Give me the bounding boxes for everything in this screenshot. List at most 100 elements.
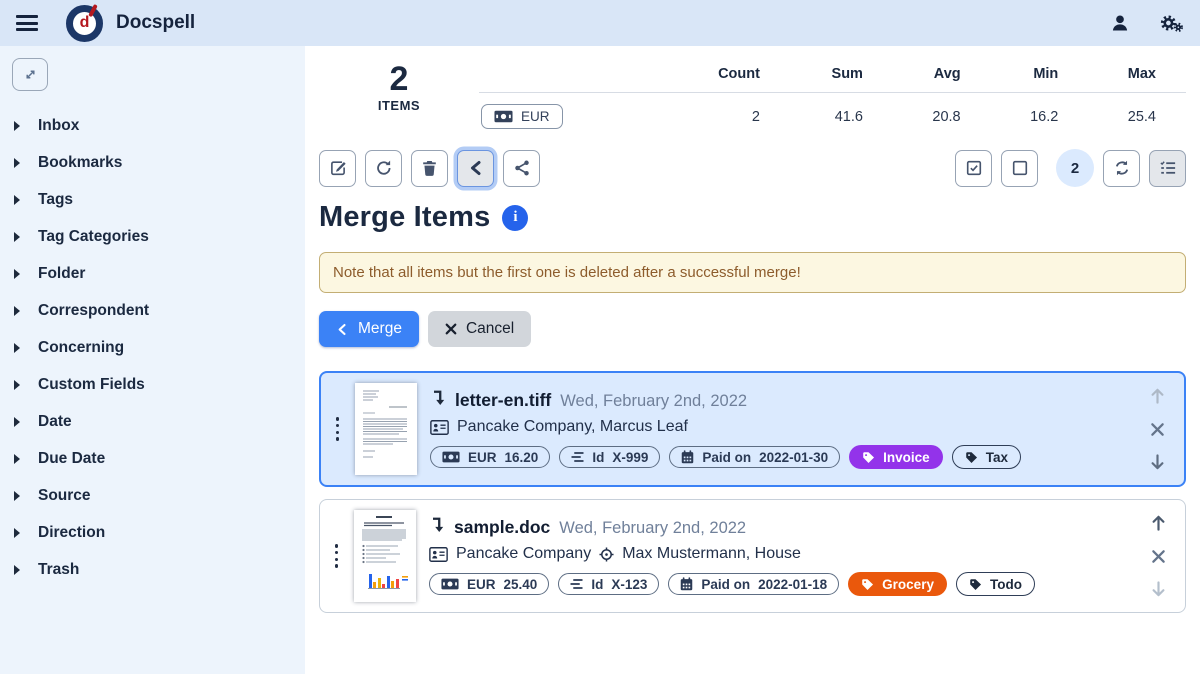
reprocess-button[interactable] [365,150,402,187]
stats-summary: 2 ITEMS Count Sum Avg Min Max [319,60,1186,129]
chevron-left-icon [468,160,484,176]
gear-icon[interactable] [1158,12,1184,34]
tag-badge[interactable]: Grocery [848,572,947,596]
close-icon [1150,422,1165,437]
sidebar-item-bookmarks[interactable]: Bookmarks [0,144,305,181]
user-icon[interactable] [1110,13,1130,33]
close-icon [445,323,457,335]
paid-on-badge: Paid on 2022-01-18 [668,573,839,595]
sidebar-item-inbox[interactable]: Inbox [0,107,305,144]
sidebar-item-correspondent[interactable]: Correspondent [0,292,305,329]
move-down-button[interactable] [1149,453,1166,472]
tag-badge[interactable]: Tax [952,445,1021,469]
remove-item-button[interactable] [1150,422,1165,437]
collapse-sidebar-button[interactable] [12,58,48,91]
confirm-merge-button[interactable]: Merge [319,311,419,347]
merge-actions: Merge Cancel [319,311,1186,347]
tag-icon [862,451,875,464]
tag-icon [965,451,978,464]
refresh-button[interactable] [1103,150,1140,187]
navbar: d Docspell [0,0,1200,46]
sidebar-item-source[interactable]: Source [0,477,305,514]
merge-item-card[interactable]: sample.doc Wed, February 2nd, 2022 Panca… [319,499,1186,613]
item-name[interactable]: sample.doc [454,517,550,538]
menu-icon[interactable] [16,15,38,31]
stats-value-min: 16.2 [991,93,1089,130]
sidebar-item-concerning[interactable]: Concerning [0,329,305,366]
docspell-logo[interactable]: d [66,5,103,42]
merge-item-card[interactable]: letter-en.tiff Wed, February 2nd, 2022 P… [319,371,1186,487]
redo-icon [375,159,393,177]
arrow-down-icon [1150,580,1167,599]
check-square-icon [965,159,983,177]
selected-count-badge: 2 [1056,149,1094,187]
item-correspondent: Pancake Company, Marcus Leaf [457,418,688,436]
item-name[interactable]: letter-en.tiff [455,390,551,411]
arrow-up-icon [1149,386,1166,405]
list-settings-icon [1159,160,1177,176]
caret-right-icon [14,380,20,390]
delete-button[interactable] [411,150,448,187]
page-title-row: Merge Items i [319,201,1186,234]
stats-value-sum: 41.6 [790,93,893,130]
tag-icon [861,578,874,591]
chevron-left-icon [336,323,349,336]
amount-badge: EUR 25.40 [429,573,549,595]
remove-item-button[interactable] [1151,549,1166,564]
item-count-block: 2 ITEMS [319,60,479,113]
stats-value-max: 25.4 [1088,93,1186,130]
select-all-button[interactable] [955,150,992,187]
stream-icon [570,578,583,590]
stats-value-count: 2 [669,93,790,130]
share-icon [513,159,531,177]
drag-handle-icon[interactable] [332,510,341,602]
deselect-all-button[interactable] [1001,150,1038,187]
item-concerning: Max Mustermann, House [622,545,801,563]
amount-badge: EUR 16.20 [430,446,550,468]
currency-column-header [479,62,669,93]
caret-right-icon [14,232,20,242]
sidebar-item-trash[interactable]: Trash [0,551,305,588]
caret-right-icon [14,269,20,279]
caret-right-icon [14,491,20,501]
sidebar-item-folder[interactable]: Folder [0,255,305,292]
sidebar-item-custom-fields[interactable]: Custom Fields [0,366,305,403]
square-icon [1011,159,1029,177]
stats-header-max: Max [1088,62,1186,93]
caret-right-icon [14,158,20,168]
sidebar-item-tag-categories[interactable]: Tag Categories [0,218,305,255]
info-icon[interactable]: i [502,205,528,231]
move-up-button[interactable] [1150,513,1167,532]
paid-on-badge: Paid on 2022-01-30 [669,446,840,468]
document-thumbnail [355,383,417,475]
cancel-button[interactable]: Cancel [428,311,531,347]
caret-right-icon [14,306,20,316]
share-button[interactable] [503,150,540,187]
main-content: 2 ITEMS Count Sum Avg Min Max [305,46,1200,674]
merge-button[interactable] [457,150,494,187]
edit-button[interactable] [319,150,356,187]
caret-right-icon [14,121,20,131]
drag-handle-icon[interactable] [333,383,342,475]
move-down-button[interactable] [1150,580,1167,599]
move-up-button[interactable] [1149,386,1166,405]
item-count-label: ITEMS [319,98,479,113]
sidebar-item-date[interactable]: Date [0,403,305,440]
id-badge: Id X-999 [559,446,660,468]
sync-icon [1113,159,1131,177]
view-menu-button[interactable] [1149,150,1186,187]
stats-header-min: Min [991,62,1089,93]
address-card-icon [430,420,449,435]
tag-badge[interactable]: Todo [956,572,1035,596]
money-bill-icon [441,578,459,590]
caret-right-icon [14,417,20,427]
tag-badge[interactable]: Invoice [849,445,943,469]
item-date: Wed, February 2nd, 2022 [560,392,747,411]
calendar-icon [681,450,694,464]
trash-icon [421,159,438,177]
item-count-value: 2 [319,62,479,98]
sidebar-item-due-date[interactable]: Due Date [0,440,305,477]
sidebar-item-tags[interactable]: Tags [0,181,305,218]
calendar-icon [680,577,693,591]
sidebar-item-direction[interactable]: Direction [0,514,305,551]
